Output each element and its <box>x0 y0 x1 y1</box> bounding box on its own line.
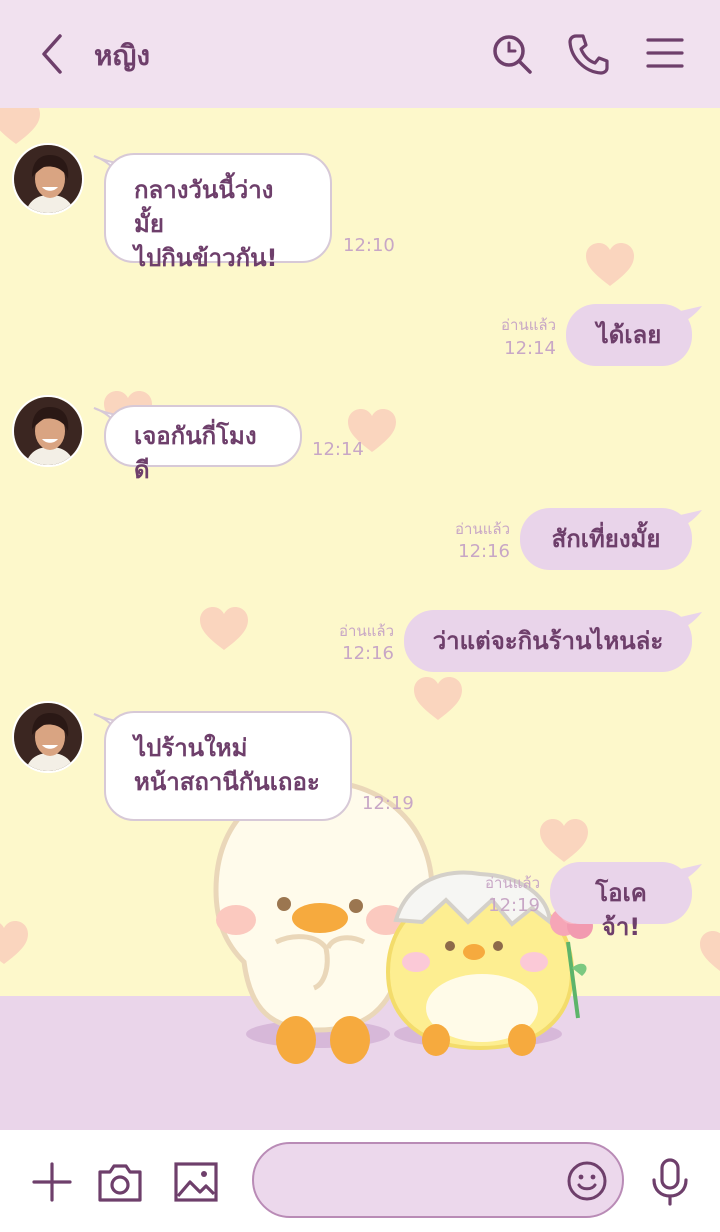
message-input[interactable] <box>278 1162 558 1198</box>
message-line: ว่าแต่จะกินร้านไหนล่ะ <box>432 627 664 655</box>
message-bubble-outgoing[interactable]: โอเคจ้า! <box>550 862 692 941</box>
chat-title: หญิง <box>94 39 150 72</box>
bubble-tail <box>676 864 702 882</box>
heart-decoration-icon <box>0 108 40 144</box>
message-input-container[interactable] <box>252 1142 624 1218</box>
plus-icon[interactable] <box>28 1158 76 1206</box>
message-time: 12:19 <box>362 793 414 814</box>
message-line: ไปร้านใหม่ <box>134 734 248 762</box>
bubble-tail <box>676 510 702 528</box>
message-bubble-outgoing[interactable]: สักเที่ยงมั้ย <box>520 508 692 570</box>
message-time: 12:10 <box>343 235 395 256</box>
message-time: 12:14 <box>312 439 364 460</box>
microphone-icon[interactable] <box>646 1156 694 1208</box>
message-time: 12:16 <box>342 643 394 664</box>
heart-decoration-icon <box>200 607 248 650</box>
heart-decoration-icon <box>700 931 720 971</box>
back-arrow-icon[interactable] <box>28 30 76 78</box>
message-bubble-outgoing[interactable]: ว่าแต่จะกินร้านไหนล่ะ <box>404 610 692 672</box>
heart-decoration-icon <box>0 921 28 964</box>
message-line: กลางวันนี้ว่างมั้ย <box>134 176 274 238</box>
emoji-icon[interactable] <box>566 1160 608 1202</box>
message-line: สักเที่ยงมั้ย <box>551 525 661 553</box>
heart-decoration-icon <box>414 677 462 720</box>
read-receipt: อ่านแล้ว <box>455 520 510 538</box>
bubble-tail <box>676 306 702 324</box>
message-composer <box>0 1130 720 1232</box>
bubble-tail <box>676 612 702 630</box>
phone-icon[interactable] <box>564 30 612 78</box>
message-line: ได้เลย <box>596 321 662 349</box>
read-receipt: อ่านแล้ว <box>501 316 556 334</box>
message-bubble-outgoing[interactable]: ได้เลย <box>566 304 692 366</box>
read-receipt: อ่านแล้ว <box>485 874 540 892</box>
avatar[interactable] <box>12 143 84 215</box>
image-icon[interactable] <box>172 1158 220 1206</box>
message-time: 12:16 <box>458 541 510 562</box>
message-time: 12:19 <box>488 895 540 916</box>
message-line: โอเคจ้า! <box>595 879 647 941</box>
camera-icon[interactable] <box>96 1158 144 1206</box>
message-line: หน้าสถานีกันเถอะ <box>134 768 320 796</box>
message-bubble-incoming[interactable]: เจอกันกี่โมงดี <box>104 405 302 484</box>
message-bubble-incoming[interactable]: ไปร้านใหม่ หน้าสถานีกันเถอะ <box>104 711 352 821</box>
read-receipt: อ่านแล้ว <box>339 622 394 640</box>
message-line: เจอกันกี่โมงดี <box>134 422 257 484</box>
chat-header: หญิง <box>0 0 720 108</box>
menu-icon[interactable] <box>642 30 690 78</box>
heart-decoration-icon <box>586 243 634 286</box>
message-time: 12:14 <box>504 338 556 359</box>
message-line: ไปกินข้าวกัน! <box>134 244 278 272</box>
avatar[interactable] <box>12 701 84 773</box>
search-history-icon[interactable] <box>488 30 536 78</box>
avatar[interactable] <box>12 395 84 467</box>
message-bubble-incoming[interactable]: กลางวันนี้ว่างมั้ย ไปกินข้าวกัน! <box>104 153 332 272</box>
